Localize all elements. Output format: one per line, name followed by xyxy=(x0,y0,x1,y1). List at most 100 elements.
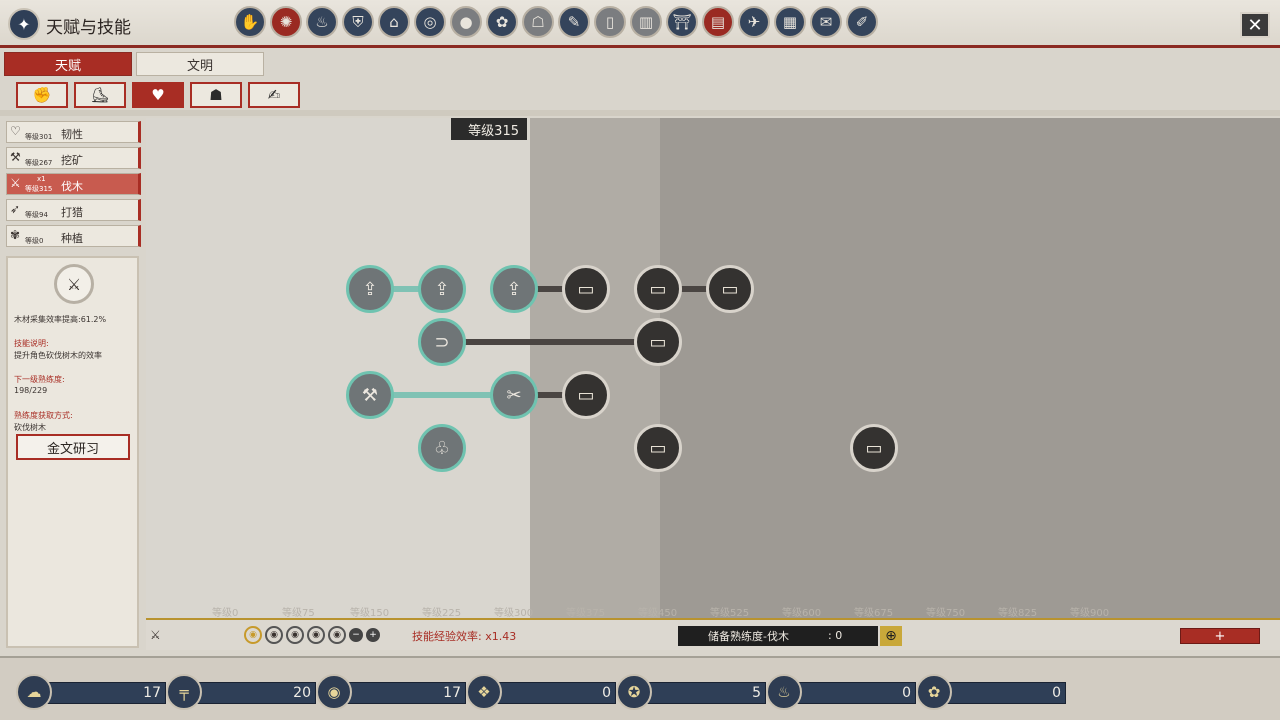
nav-armor-icon[interactable]: ⛨ xyxy=(342,6,374,38)
skill-level: 等级0 xyxy=(25,237,44,245)
skill-node-log-up-3[interactable]: ⇪ xyxy=(490,265,538,313)
nav-cauldron-icon[interactable]: ● xyxy=(450,6,482,38)
tree-connector xyxy=(392,392,492,398)
token-icon: ◉ xyxy=(265,626,283,644)
axis-tick: 等级600 xyxy=(782,608,822,619)
nav-brush-icon[interactable]: ✐ xyxy=(846,6,878,38)
resource-value: 0 xyxy=(792,682,916,704)
tab-meditate-icon[interactable]: ☗ xyxy=(190,82,242,108)
axis-tick: 等级675 xyxy=(854,608,894,619)
skill-item-hunting[interactable]: ➶ 等级94 打猎 xyxy=(6,199,141,221)
skill-node-tree[interactable]: ♧ xyxy=(418,424,466,472)
close-button[interactable]: ✕ xyxy=(1240,12,1270,38)
board-icon: ▭ xyxy=(649,437,667,459)
skill-item-toughness[interactable]: ♡ 等级301 韧性 xyxy=(6,121,141,143)
nav-hat-icon[interactable]: ⌂ xyxy=(378,6,410,38)
axis-tick: 等级225 xyxy=(422,608,462,619)
nav-crane-icon[interactable]: ✈ xyxy=(738,6,770,38)
tab-fist-icon[interactable]: ✊ xyxy=(16,82,68,108)
unlocked-zone xyxy=(146,118,530,618)
board-icon: ▭ xyxy=(865,437,883,459)
nav-orb-icon[interactable]: ✺ xyxy=(270,6,302,38)
next-level-title: 下一级熟练度: xyxy=(14,375,65,384)
tab-boot-icon[interactable]: ⛸ xyxy=(74,82,126,108)
skill-list: ♡ 等级301 韧性 ⚒ 等级267 挖矿 ⚔ 等级315 x1 伐木 ➶ 等级… xyxy=(6,121,141,251)
skill-level: 等级315 xyxy=(25,185,53,193)
skill-item-mining[interactable]: ⚒ 等级267 挖矿 xyxy=(6,147,141,169)
nav-cat-icon[interactable]: ☖ xyxy=(522,6,554,38)
minus-icon[interactable]: − xyxy=(349,628,363,642)
skill-tree-area xyxy=(146,118,1280,618)
skill-node-locked[interactable]: ▭ xyxy=(634,318,682,366)
skill-name: 种植 xyxy=(61,232,83,245)
plus-icon[interactable]: + xyxy=(366,628,380,642)
tab-heart-icon[interactable]: ♥ xyxy=(132,82,184,108)
skill-node-log-up-1[interactable]: ⇪ xyxy=(346,265,394,313)
skill-item-logging[interactable]: ⚔ 等级315 x1 伐木 xyxy=(6,173,141,195)
resource-value: 5 xyxy=(642,682,766,704)
board-icon: ▭ xyxy=(649,331,667,353)
skill-level: 等级267 xyxy=(25,159,53,167)
sprout-icon: ✾ xyxy=(10,228,21,242)
spiral-coin-icon: ◉ xyxy=(316,674,352,710)
expand-button[interactable]: + xyxy=(1180,628,1260,644)
level-axis: 等级0 等级75 等级150 等级225 等级300 等级375 等级450 等… xyxy=(146,604,1280,619)
nav-altar-icon[interactable]: ⛩ xyxy=(666,6,698,38)
nav-target-icon[interactable]: ◎ xyxy=(414,6,446,38)
saw-icon: ⊃ xyxy=(434,331,450,353)
desc-title: 技能说明: xyxy=(14,339,49,348)
tree-connector xyxy=(392,286,420,292)
skill-node-saw[interactable]: ⊃ xyxy=(418,318,466,366)
level-marker: 等级315 xyxy=(451,118,527,140)
skill-node-chop[interactable]: ✂ xyxy=(490,371,538,419)
tab-talent[interactable]: 天赋 xyxy=(4,52,132,76)
nav-door-icon[interactable]: ▯ xyxy=(594,6,626,38)
axis-tick: 等级900 xyxy=(1070,608,1110,619)
skill-name: 打猎 xyxy=(61,206,83,219)
main-tabs: 天赋 文明 xyxy=(4,52,264,76)
log-arrow-icon: ⇪ xyxy=(434,278,450,300)
axe-icon: ⚒ xyxy=(361,384,379,406)
reserve-value: : 0 xyxy=(828,629,843,642)
skill-node-locked[interactable]: ▭ xyxy=(634,424,682,472)
cauldron-icon: ♨ xyxy=(766,674,802,710)
axis-tick: 等级150 xyxy=(350,608,390,619)
tree-connector xyxy=(464,339,636,345)
skill-node-locked[interactable]: ▭ xyxy=(562,265,610,313)
constellation-icon[interactable]: ✦ xyxy=(8,8,40,40)
skill-node-locked[interactable]: ▭ xyxy=(850,424,898,472)
cloud-scroll-icon: ☁ xyxy=(16,674,52,710)
source-title: 熟练度获取方式: xyxy=(14,411,73,420)
axis-tick: 等级300 xyxy=(494,608,534,619)
skill-node-locked[interactable]: ▭ xyxy=(634,265,682,313)
nav-gourd-icon[interactable]: ♨ xyxy=(306,6,338,38)
axis-tick: 等级825 xyxy=(998,608,1038,619)
tab-scroll-icon[interactable]: ✍ xyxy=(248,82,300,108)
tree-icon: ♧ xyxy=(433,437,451,459)
axe-icon: ⚔ xyxy=(10,176,21,190)
gem-cluster-icon: ❖ xyxy=(466,674,502,710)
skill-info-panel: ⚔ 木材采集效率提高:61.2% 技能说明: 提升角色砍伐树木的效率 下一级熟练… xyxy=(6,256,139,648)
axis-tick: 等级450 xyxy=(638,608,678,619)
nav-kanji-board-icon[interactable]: ▦ xyxy=(774,6,806,38)
chop-icon: ✂ xyxy=(506,384,522,406)
swirl-coin-icon: ✪ xyxy=(616,674,652,710)
skill-item-planting[interactable]: ✾ 等级0 种植 xyxy=(6,225,141,247)
skill-node-axe[interactable]: ⚒ xyxy=(346,371,394,419)
axis-tick: 等级525 xyxy=(710,608,750,619)
reserve-add-button[interactable]: ⊕ xyxy=(880,626,902,646)
nav-book-icon[interactable]: ▤ xyxy=(702,6,734,38)
skill-node-locked[interactable]: ▭ xyxy=(562,371,610,419)
skill-level: 等级94 xyxy=(25,211,48,219)
nav-map-icon[interactable]: ✎ xyxy=(558,6,590,38)
nav-building-icon[interactable]: ▥ xyxy=(630,6,662,38)
nav-dragon-icon[interactable]: ✿ xyxy=(486,6,518,38)
board-up-icon: ▭ xyxy=(577,384,595,406)
skill-node-locked[interactable]: ▭ xyxy=(706,265,754,313)
study-button[interactable]: 金文研习 xyxy=(16,434,130,460)
nav-scroll-icon[interactable]: ✉ xyxy=(810,6,842,38)
skill-status-strip: ⚔ ◉ ◉ ◉ ◉ ◉ − + 技能经验效率: x1.43 储备熟练度-伐木 :… xyxy=(146,618,1280,650)
tab-civilization[interactable]: 文明 xyxy=(136,52,264,76)
nav-hand-seal-icon[interactable]: ✋ xyxy=(234,6,266,38)
skill-node-log-up-2[interactable]: ⇪ xyxy=(418,265,466,313)
